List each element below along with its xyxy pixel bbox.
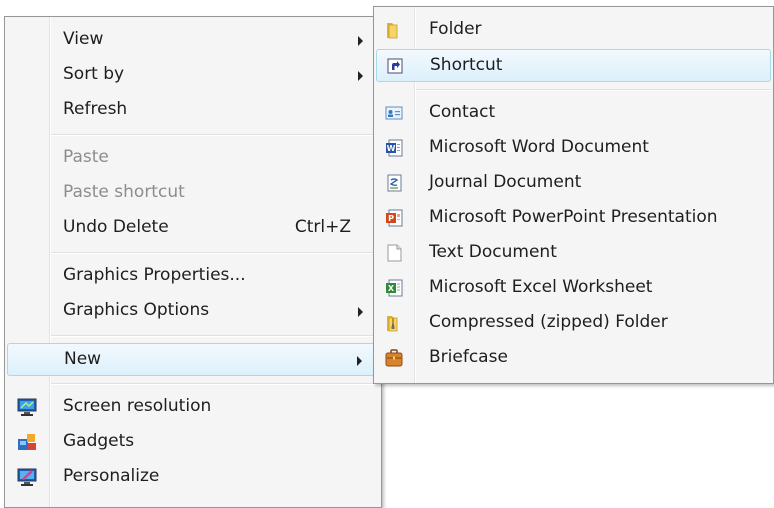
folder-icon [384, 20, 404, 40]
menu-item-sort-by[interactable]: Sort by [7, 59, 379, 92]
new-item-text-document[interactable]: Text Document [376, 237, 771, 270]
gadgets-icon [17, 432, 37, 452]
shortcut-icon [385, 56, 405, 76]
personalize-icon [17, 467, 37, 487]
menu-item-label: Screen resolution [63, 396, 212, 416]
new-item-contact[interactable]: Contact [376, 97, 771, 130]
submenu-arrow-icon [358, 71, 363, 81]
menu-item-paste-shortcut: Paste shortcut [7, 177, 379, 210]
menu-item-graphics-properties[interactable]: Graphics Properties... [7, 260, 379, 293]
menu-item-label: Personalize [63, 466, 160, 486]
new-item-word-document[interactable]: W Microsoft Word Document [376, 132, 771, 165]
new-item-powerpoint-presentation[interactable]: P Microsoft PowerPoint Presentation [376, 202, 771, 235]
menu-separator [51, 252, 379, 254]
submenu-arrow-icon [358, 36, 363, 46]
menu-separator [51, 335, 379, 337]
menu-item-label: Graphics Properties... [63, 265, 246, 285]
menu-item-label: Paste [63, 147, 109, 167]
new-item-excel-worksheet[interactable]: X Microsoft Excel Worksheet [376, 272, 771, 305]
new-item-briefcase[interactable]: Briefcase [376, 342, 771, 375]
excel-icon: X [384, 278, 404, 298]
desktop-context-menu: View Sort by Refresh Paste Paste shortcu… [4, 16, 382, 508]
menu-item-graphics-options[interactable]: Graphics Options [7, 295, 379, 328]
svg-text:P: P [388, 214, 394, 223]
menu-separator [416, 89, 771, 91]
journal-document-icon [384, 173, 404, 193]
menu-separator [51, 383, 379, 385]
new-submenu: Folder Shortcut Contact W Microsoft Word… [373, 6, 774, 384]
contact-icon [384, 103, 404, 123]
menu-item-label: Microsoft Excel Worksheet [429, 277, 653, 297]
menu-item-label: New [64, 349, 102, 369]
svg-text:W: W [387, 144, 396, 153]
menu-item-label: View [63, 29, 104, 49]
zip-folder-icon [384, 313, 404, 333]
menu-item-label: Graphics Options [63, 300, 210, 320]
menu-item-paste: Paste [7, 142, 379, 175]
menu-item-undo-delete[interactable]: Undo Delete Ctrl+Z [7, 212, 379, 245]
new-item-folder[interactable]: Folder [376, 14, 771, 47]
menu-item-label: Gadgets [63, 431, 135, 451]
new-item-shortcut[interactable]: Shortcut [376, 49, 771, 82]
menu-item-shortcut: Ctrl+Z [294, 217, 351, 237]
submenu-arrow-icon [358, 307, 363, 317]
new-item-compressed-folder[interactable]: Compressed (zipped) Folder [376, 307, 771, 340]
submenu-arrow-icon [357, 356, 362, 366]
menu-separator [51, 134, 379, 136]
menu-item-label: Microsoft Word Document [429, 137, 649, 157]
menu-item-label: Sort by [63, 64, 125, 84]
menu-item-label: Paste shortcut [63, 182, 185, 202]
menu-item-label: Shortcut [430, 55, 503, 75]
menu-item-label: Briefcase [429, 347, 508, 367]
powerpoint-icon: P [384, 208, 404, 228]
menu-item-label: Compressed (zipped) Folder [429, 312, 668, 332]
menu-item-label: Folder [429, 19, 482, 39]
menu-item-personalize[interactable]: Personalize [7, 461, 379, 494]
menu-item-gadgets[interactable]: Gadgets [7, 426, 379, 459]
menu-item-label: Journal Document [429, 172, 582, 192]
text-document-icon [384, 243, 404, 263]
menu-item-label: Microsoft PowerPoint Presentation [429, 207, 718, 227]
menu-item-new[interactable]: New [7, 343, 379, 376]
new-item-journal-document[interactable]: Journal Document [376, 167, 771, 200]
briefcase-icon [384, 348, 404, 368]
menu-item-view[interactable]: View [7, 24, 379, 57]
menu-item-label: Text Document [429, 242, 557, 262]
screen-resolution-icon [17, 397, 37, 417]
menu-item-screen-resolution[interactable]: Screen resolution [7, 391, 379, 424]
menu-item-refresh[interactable]: Refresh [7, 94, 379, 127]
menu-item-label: Undo Delete [63, 217, 169, 237]
menu-item-label: Refresh [63, 99, 128, 119]
word-document-icon: W [384, 138, 404, 158]
menu-item-label: Contact [429, 102, 496, 122]
svg-text:X: X [388, 284, 395, 293]
